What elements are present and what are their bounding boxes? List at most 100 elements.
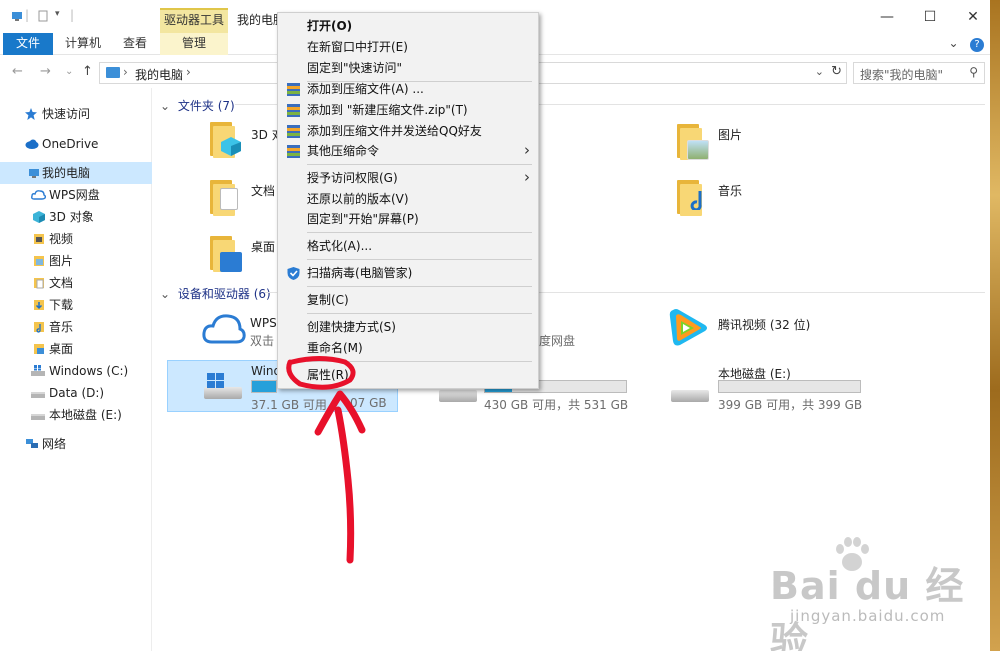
sidebar-item-label: 文档: [49, 276, 74, 290]
recent-dropdown-icon[interactable]: ⌄: [65, 66, 73, 77]
menu-item-create-shortcut[interactable]: 创建快捷方式(S): [278, 317, 538, 338]
drive-free-space: 430 GB 可用，共 531 GB: [484, 398, 629, 412]
folder-label[interactable]: 文档: [251, 182, 275, 199]
up-arrow-icon[interactable]: ↑: [82, 64, 93, 79]
back-arrow-icon[interactable]: ←: [12, 64, 23, 79]
sidebar-item-downloads[interactable]: 下载: [0, 294, 152, 316]
folder-3d-objects-icon[interactable]: [210, 120, 241, 158]
menu-item-pin-quick-access[interactable]: 固定到"快速访问": [278, 58, 538, 79]
close-button[interactable]: ✕: [950, 5, 990, 29]
context-menu: 打开(O) 在新窗口中打开(E) 固定到"快速访问" 添加到压缩文件(A) ..…: [277, 12, 539, 389]
sidebar-item-onedrive[interactable]: OneDrive: [0, 133, 152, 155]
tab-file[interactable]: 文件: [3, 33, 53, 55]
sidebar-item-label: 本地磁盘 (E:): [49, 408, 122, 422]
collapse-chevron-icon[interactable]: ⌄: [160, 99, 170, 113]
menu-item-add-to-zip[interactable]: 添加到 "新建压缩文件.zip"(T): [278, 100, 538, 121]
section-title: 设备和驱动器 (6): [177, 287, 271, 301]
menu-item-add-to-archive[interactable]: 添加到压缩文件(A) ...: [278, 79, 538, 100]
sidebar-item-drive-e[interactable]: 本地磁盘 (E:): [0, 404, 152, 426]
drive-label[interactable]: WPS: [250, 316, 277, 330]
search-input[interactable]: 搜索"我的电脑" ⚲: [853, 62, 985, 84]
drive-free-space: 37.1 GB 可用，: [251, 398, 339, 412]
menu-item-label: 在新窗口中打开(E): [307, 40, 408, 54]
drive-icon: [31, 414, 45, 420]
sidebar-item-wps-cloud[interactable]: WPS网盘: [0, 184, 152, 206]
menu-separator: [307, 164, 532, 165]
sidebar-item-video[interactable]: 视频: [0, 228, 152, 250]
forward-arrow-icon[interactable]: →: [40, 64, 51, 79]
address-dropdown-icon[interactable]: ⌄: [815, 65, 824, 78]
tab-view[interactable]: 查看: [112, 33, 158, 55]
tab-computer[interactable]: 计算机: [58, 33, 108, 55]
menu-item-properties[interactable]: 属性(R): [278, 365, 538, 386]
computer-icon: [29, 169, 39, 178]
refresh-icon[interactable]: ↻: [831, 64, 842, 79]
expand-ribbon-icon[interactable]: ⌄: [948, 36, 958, 50]
help-icon[interactable]: ?: [970, 38, 984, 52]
archive-icon: [287, 104, 300, 117]
baidu-jingyan-watermark: Bai du 经验 jingyan.baidu.com: [740, 535, 980, 651]
menu-item-archive-send-qq[interactable]: 添加到压缩文件并发送给QQ好友: [278, 121, 538, 142]
folder-pictures-icon[interactable]: [677, 122, 709, 160]
drive-e-icon[interactable]: [671, 376, 709, 404]
menu-item-grant-access[interactable]: 授予访问权限(G) ›: [278, 168, 538, 189]
archive-icon: [287, 83, 300, 96]
sidebar-item-label: 视频: [49, 232, 74, 246]
sidebar-item-drive-c[interactable]: Windows (C:): [0, 360, 152, 382]
sidebar-item-network[interactable]: 网络: [0, 433, 152, 455]
drive-c-icon: [31, 365, 45, 376]
folder-label[interactable]: 桌面: [251, 238, 275, 255]
computer-icon[interactable]: [11, 10, 23, 22]
menu-item-label: 格式化(A)...: [307, 239, 373, 253]
menu-separator: [307, 232, 532, 233]
menu-item-open[interactable]: 打开(O): [278, 16, 538, 37]
folder-desktop-icon[interactable]: [210, 234, 242, 272]
sidebar-item-label: 我的电脑: [42, 166, 91, 180]
sidebar-item-my-computer[interactable]: 我的电脑: [0, 162, 152, 184]
tab-manage[interactable]: 管理: [160, 33, 228, 55]
folder-label[interactable]: 图片: [718, 126, 742, 143]
menu-separator: [307, 361, 532, 362]
blank-page-icon[interactable]: [37, 10, 49, 22]
quick-access-dropdown-icon[interactable]: ▾: [55, 9, 60, 19]
menu-separator: [307, 286, 532, 287]
drive-c-icon[interactable]: [204, 373, 242, 401]
collapse-chevron-icon[interactable]: ⌄: [160, 287, 170, 301]
drive-subtitle: 度网盘: [539, 334, 576, 348]
tencent-video-icon[interactable]: [667, 307, 709, 349]
sidebar-item-desktop[interactable]: 桌面: [0, 338, 152, 360]
menu-item-open-new-window[interactable]: 在新窗口中打开(E): [278, 37, 538, 58]
menu-item-label: 添加到压缩文件(A) ...: [307, 82, 424, 96]
folder-label[interactable]: 音乐: [718, 182, 742, 199]
menu-separator: [307, 313, 532, 314]
sidebar-item-3d-objects[interactable]: 3D 对象: [0, 206, 152, 228]
menu-item-copy[interactable]: 复制(C): [278, 290, 538, 311]
sidebar-item-documents[interactable]: 文档: [0, 272, 152, 294]
minimize-button[interactable]: —: [864, 5, 910, 29]
sidebar-item-pictures[interactable]: 图片: [0, 250, 152, 272]
breadcrumb-chevron-icon[interactable]: ›: [123, 65, 128, 79]
sidebar-item-quick-access[interactable]: 快速访问: [0, 103, 152, 125]
menu-item-rename[interactable]: 重命名(M): [278, 338, 538, 359]
menu-item-restore-previous[interactable]: 还原以前的版本(V): [278, 189, 538, 210]
breadcrumb-my-computer[interactable]: 我的电脑: [135, 66, 183, 83]
wps-cloud-icon[interactable]: [202, 312, 246, 346]
sidebar-item-music[interactable]: 音乐: [0, 316, 152, 338]
menu-item-other-compress[interactable]: 其他压缩命令 ›: [278, 141, 538, 162]
folders-section-header[interactable]: ⌄ 文件夹 (7): [160, 97, 985, 114]
sidebar-item-label: WPS网盘: [49, 188, 100, 202]
folder-documents-icon[interactable]: [210, 178, 240, 216]
breadcrumb-chevron-icon[interactable]: ›: [186, 65, 191, 79]
drive-label[interactable]: 腾讯视频 (32 位): [718, 316, 810, 333]
sidebar-item-drive-d[interactable]: Data (D:): [0, 382, 152, 404]
sidebar-item-label: 桌面: [49, 342, 74, 356]
menu-item-pin-start[interactable]: 固定到"开始"屏幕(P): [278, 209, 538, 230]
devices-section-header[interactable]: ⌄ 设备和驱动器 (6): [160, 285, 985, 302]
watermark-url: jingyan.baidu.com: [790, 607, 946, 625]
desktop-background: [990, 0, 1000, 651]
folder-music-icon[interactable]: [677, 178, 707, 216]
menu-item-scan-virus[interactable]: 扫描病毒(电脑管家): [278, 263, 538, 284]
search-icon[interactable]: ⚲: [969, 65, 978, 79]
menu-item-format[interactable]: 格式化(A)...: [278, 236, 538, 257]
maximize-button[interactable]: ☐: [907, 5, 953, 29]
